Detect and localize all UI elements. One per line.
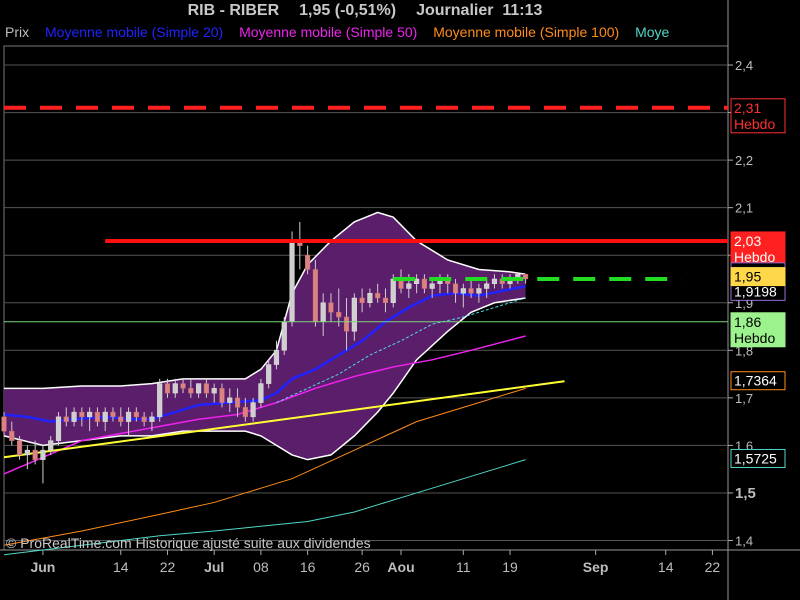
candle-body	[476, 288, 482, 294]
candle-body	[289, 240, 295, 323]
candle-body	[203, 383, 209, 394]
candle-body	[110, 411, 116, 418]
x-tick-label: 16	[300, 559, 316, 575]
candle-body	[406, 283, 412, 289]
candle-body	[312, 269, 318, 323]
candle-body	[390, 278, 396, 304]
candle-body	[79, 411, 85, 418]
x-tick-label: 08	[253, 559, 269, 575]
y-tick-label: 2,2	[735, 153, 753, 168]
candle-body	[382, 297, 389, 304]
candle-body	[281, 321, 287, 351]
candle-body	[343, 316, 350, 332]
legend-item-ma100: Moyenne mobile (Simple 100)	[433, 24, 620, 40]
candle-body	[421, 278, 427, 289]
candle-body	[125, 411, 132, 422]
price-tag-label-5: Hebdo	[734, 330, 775, 346]
candle-body	[32, 449, 38, 460]
price-tag-label-4: 1,95	[734, 269, 761, 285]
candle-body	[367, 292, 373, 304]
legend-item-price: Prix	[5, 24, 30, 40]
candle-body	[273, 350, 280, 365]
candle-body	[63, 416, 69, 422]
candle-body	[87, 411, 93, 418]
x-tick-label: Jun	[30, 559, 55, 575]
price-tag-label-6: 1,7364	[734, 373, 777, 389]
candle-body	[188, 388, 194, 394]
y-tick-label: 2,1	[735, 201, 753, 216]
x-tick-label: 14	[658, 559, 674, 575]
candle-body	[40, 449, 46, 460]
candle-body	[359, 297, 365, 304]
candle-body	[219, 388, 225, 403]
x-tick-label: 22	[705, 559, 721, 575]
legend-item-ma-extra: Moye	[635, 24, 670, 40]
candle-body	[55, 416, 62, 441]
candle-body	[1, 416, 7, 432]
chart-period-time: Journalier 11:13	[416, 2, 543, 19]
candle-body	[16, 440, 23, 456]
chart-price-change: 1,95 (-0,51%)	[299, 2, 397, 19]
candle-body	[234, 397, 241, 408]
candle-body	[211, 388, 217, 394]
price-tag-label-5: 1,86	[734, 314, 761, 330]
x-tick-label: 26	[354, 559, 370, 575]
candle-body	[320, 302, 326, 323]
x-tick-label: Sep	[583, 559, 609, 575]
candle-body	[460, 288, 466, 294]
candle-body	[94, 411, 101, 422]
y-tick-label: 2,4	[735, 58, 753, 73]
y-tick-label: 1,5	[735, 485, 756, 502]
price-chart[interactable]: 2,42,32,22,121,91,81,71,61,51,4Jun1422Ju…	[0, 0, 800, 600]
x-tick-label: 22	[160, 559, 176, 575]
candle-body	[429, 283, 435, 289]
x-tick-label: 14	[113, 559, 129, 575]
candle-body	[71, 411, 77, 422]
candle-body	[164, 383, 171, 394]
candle-body	[484, 283, 490, 289]
candle-body	[266, 364, 272, 384]
candle-body	[523, 273, 529, 280]
legend-item-ma50: Moyenne mobile (Simple 50)	[239, 24, 418, 40]
y-tick-label: 1,4	[735, 533, 753, 548]
candle-body	[133, 411, 139, 418]
candle-body	[149, 416, 155, 422]
x-tick-label: 11	[456, 559, 471, 575]
candle-body	[375, 292, 381, 299]
candle-body	[196, 383, 202, 394]
chart-symbol: RIB - RIBER	[187, 2, 280, 19]
price-tag-label-0: Hebdo	[734, 116, 775, 132]
candle-body	[351, 297, 357, 332]
candle-body	[336, 312, 342, 318]
candle-body	[180, 383, 186, 389]
candle-body	[141, 416, 147, 422]
candle-body	[118, 416, 124, 422]
candle-body	[102, 411, 108, 422]
candle-body	[157, 383, 163, 418]
candle-body	[258, 383, 264, 403]
chart-legend: Prix Moyenne mobile (Simple 20) Moyenne …	[5, 24, 729, 42]
candle-body	[24, 449, 30, 456]
candle-body	[227, 397, 233, 403]
copyright-text: © ProRealTime.com Historique ajusté suit…	[6, 535, 371, 551]
chart-title: RIB - RIBER 1,95 (-0,51%) Journalier 11:13	[0, 2, 730, 20]
candle-body	[48, 440, 54, 451]
price-tag-label-1: 2,03	[734, 233, 761, 249]
y-tick-label: 1,7	[735, 391, 753, 406]
x-tick-label: Jul	[204, 559, 224, 575]
candle-body	[328, 302, 334, 313]
candle-body	[468, 288, 474, 294]
candle-body	[172, 383, 178, 394]
price-tag-label-7: 1,5725	[734, 450, 777, 466]
candle-body	[9, 430, 15, 441]
candle-body	[305, 254, 311, 270]
candle-body	[242, 407, 248, 418]
candle-body	[491, 278, 498, 284]
price-tag-label-0: 2,31	[734, 100, 761, 116]
x-tick-label: Aou	[387, 559, 414, 575]
x-tick-label: 19	[502, 559, 518, 575]
candle-body	[250, 402, 256, 418]
candle-body	[452, 283, 459, 294]
legend-item-ma20: Moyenne mobile (Simple 20)	[45, 24, 224, 40]
